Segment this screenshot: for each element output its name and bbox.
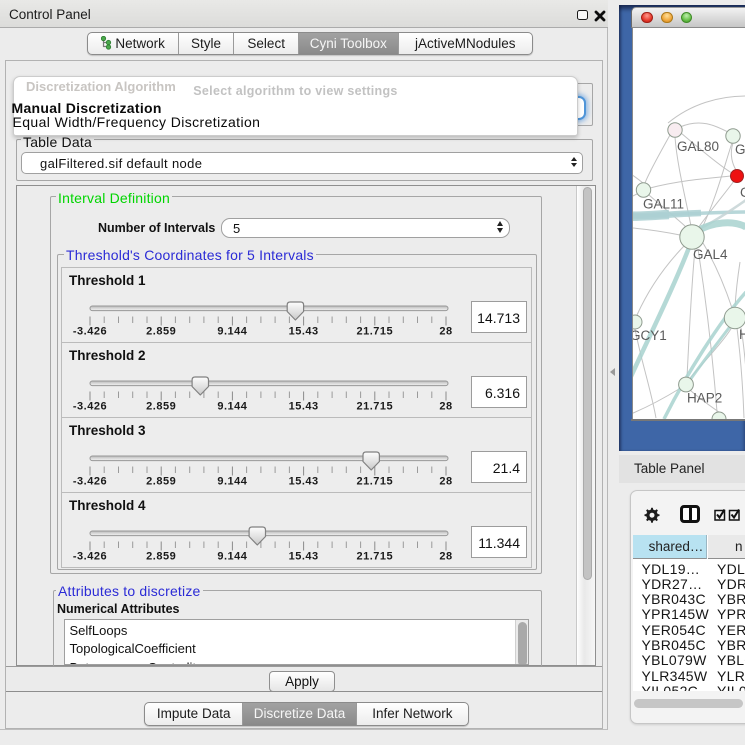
svg-text:9.144: 9.144: [217, 476, 247, 488]
svg-text:9.144: 9.144: [217, 326, 247, 338]
svg-text:28: 28: [439, 401, 452, 413]
svg-text:-3.426: -3.426: [73, 551, 107, 563]
svg-text:28: 28: [439, 476, 452, 488]
svg-text:GAL4: GAL4: [693, 247, 728, 262]
svg-text:2.859: 2.859: [146, 326, 176, 338]
svg-text:15.43: 15.43: [289, 401, 319, 413]
svg-text:-3.426: -3.426: [73, 401, 107, 413]
svg-text:2.859: 2.859: [146, 401, 176, 413]
svg-text:15.43: 15.43: [289, 476, 319, 488]
svg-text:HAP2: HAP2: [687, 391, 722, 406]
svg-text:2.859: 2.859: [146, 476, 176, 488]
svg-text:GA: GA: [735, 142, 745, 157]
svg-text:9.144: 9.144: [217, 401, 247, 413]
svg-text:15.43: 15.43: [289, 551, 319, 563]
svg-text:21.715: 21.715: [356, 551, 393, 563]
svg-text:28: 28: [439, 551, 452, 563]
svg-text:H: H: [739, 327, 745, 342]
svg-text:-3.426: -3.426: [73, 326, 107, 338]
svg-text:21.715: 21.715: [356, 476, 393, 488]
svg-text:GCY1: GCY1: [633, 328, 667, 343]
svg-text:GAL11: GAL11: [643, 197, 684, 212]
svg-text:-3.426: -3.426: [73, 476, 107, 488]
svg-text:28: 28: [439, 326, 452, 338]
svg-text:21.715: 21.715: [356, 401, 393, 413]
svg-text:C: C: [740, 185, 745, 200]
svg-text:GAL80: GAL80: [677, 139, 719, 154]
svg-text:9.144: 9.144: [217, 551, 247, 563]
svg-text:15.43: 15.43: [289, 326, 319, 338]
svg-text:2.859: 2.859: [146, 551, 176, 563]
svg-text:21.715: 21.715: [356, 326, 393, 338]
